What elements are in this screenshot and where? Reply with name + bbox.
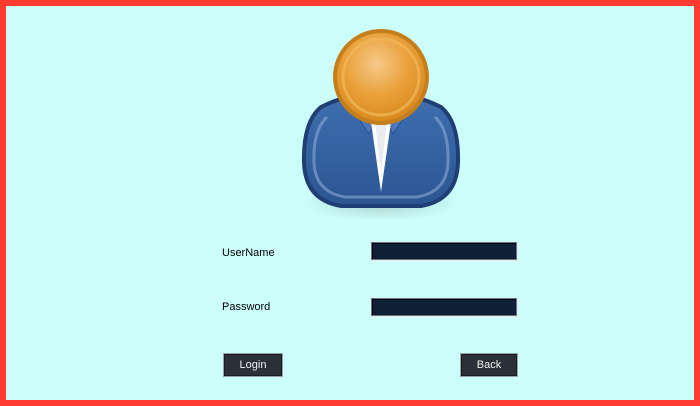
- login-button[interactable]: Login: [223, 353, 283, 377]
- username-field[interactable]: [371, 242, 517, 260]
- user-avatar-icon: [301, 29, 461, 222]
- username-label: UserName: [222, 247, 275, 259]
- back-button[interactable]: Back: [460, 353, 518, 377]
- password-field[interactable]: [371, 298, 517, 316]
- password-label: Password: [222, 301, 271, 313]
- login-window: UserName Password Login Back: [0, 0, 700, 406]
